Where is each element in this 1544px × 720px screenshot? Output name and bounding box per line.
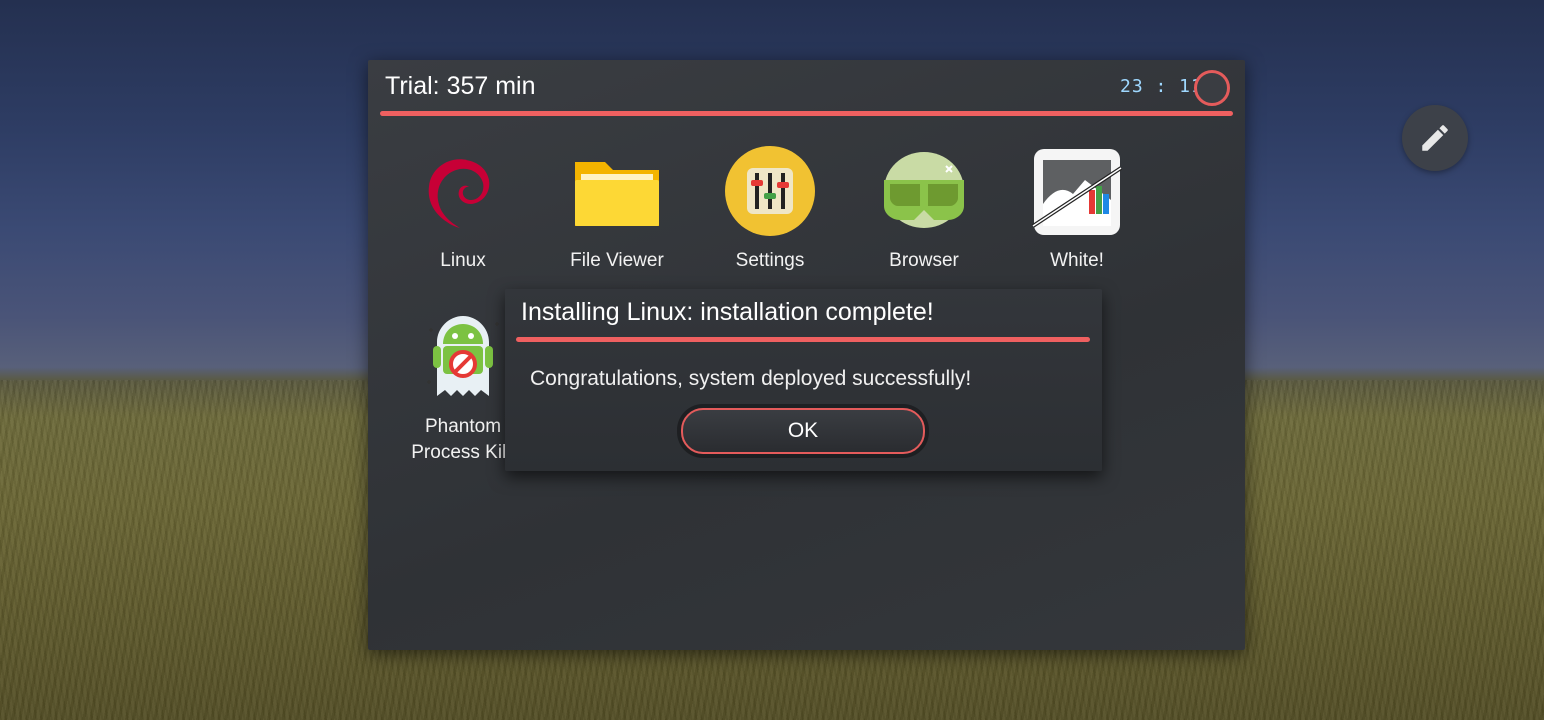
- title-bar: Trial: 357 min 23 : 11: [368, 60, 1245, 116]
- install-complete-dialog: Installing Linux: installation complete!…: [505, 289, 1102, 471]
- dialog-message: Congratulations, system deployed success…: [530, 367, 972, 390]
- app-browser[interactable]: Browser: [854, 146, 994, 274]
- green-goggles-icon: [876, 146, 972, 242]
- title-divider: [380, 111, 1233, 116]
- equalizer-sliders-icon: [722, 146, 818, 242]
- app-label: File Viewer: [570, 250, 664, 271]
- app-linux[interactable]: Linux: [393, 146, 533, 274]
- ok-button[interactable]: OK: [681, 408, 925, 454]
- app-label: White!: [1050, 250, 1104, 271]
- trial-remaining-label: Trial: 357 min: [385, 72, 536, 100]
- clock: 23 : 11: [1120, 76, 1203, 97]
- dialog-divider: [516, 337, 1090, 342]
- pencil-icon: [1422, 125, 1448, 151]
- debian-swirl-icon: [415, 146, 511, 242]
- folder-icon: [569, 146, 665, 242]
- app-file-viewer[interactable]: File Viewer: [547, 146, 687, 274]
- app-label: Settings: [735, 250, 805, 271]
- tv-screen-icon: [1029, 146, 1125, 242]
- app-white[interactable]: White!: [1007, 146, 1147, 274]
- android-ghost-icon: [415, 312, 511, 408]
- app-label: Linux: [440, 250, 486, 271]
- app-label: Browser: [889, 250, 959, 271]
- app-settings[interactable]: Settings: [700, 146, 840, 274]
- power-button[interactable]: [1194, 70, 1230, 106]
- dialog-title: Installing Linux: installation complete!: [521, 298, 934, 326]
- edit-button[interactable]: [1402, 105, 1468, 171]
